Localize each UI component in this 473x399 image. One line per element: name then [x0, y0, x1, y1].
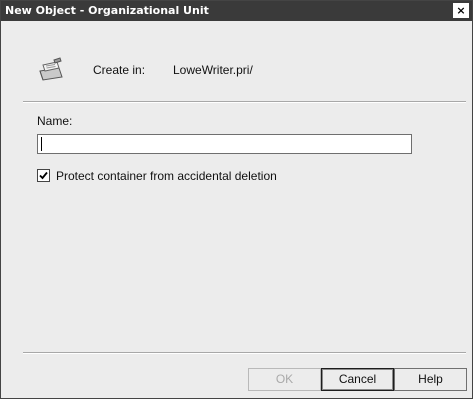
- checkmark-icon: [39, 171, 48, 180]
- protect-container-label[interactable]: Protect container from accidental deleti…: [56, 169, 277, 183]
- text-caret: [41, 137, 42, 151]
- new-object-dialog: New Object - Organizational Unit × Creat…: [0, 0, 473, 399]
- name-label: Name:: [37, 114, 73, 128]
- create-in-path: LoweWriter.pri/: [173, 63, 253, 77]
- cancel-button[interactable]: Cancel: [321, 368, 394, 391]
- organizational-unit-folder-icon: [37, 57, 65, 83]
- footer-divider: [23, 352, 466, 354]
- close-icon: ×: [456, 4, 466, 17]
- name-input[interactable]: [37, 134, 412, 154]
- header-divider: [23, 101, 466, 103]
- help-button[interactable]: Help: [394, 368, 467, 391]
- dialog-title: New Object - Organizational Unit: [5, 4, 209, 17]
- ok-button[interactable]: OK: [248, 368, 321, 391]
- protect-container-checkbox[interactable]: [37, 169, 50, 182]
- close-button[interactable]: ×: [453, 3, 469, 18]
- title-bar[interactable]: New Object - Organizational Unit ×: [1, 1, 472, 21]
- create-in-label: Create in:: [93, 63, 146, 77]
